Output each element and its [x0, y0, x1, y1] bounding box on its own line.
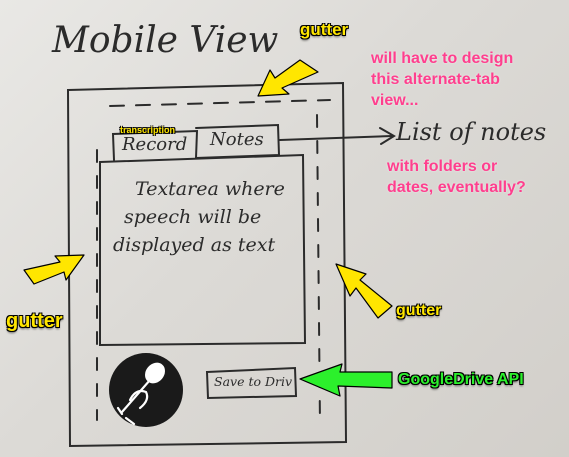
tab-notes[interactable]: Notes: [210, 129, 264, 150]
folders-note-line-2: dates, eventually?: [387, 179, 526, 196]
sketch-title: Mobile View: [52, 20, 279, 61]
design-note-line-2: this alternate-tab: [371, 71, 500, 88]
textarea-line-1: Textarea where: [135, 178, 285, 200]
gutter-dash-top: [109, 99, 331, 107]
folders-note: with folders or dates, eventually?: [387, 156, 526, 198]
notes-arrow-line: [279, 135, 393, 141]
design-note: will have to design this alternate-tab v…: [371, 48, 513, 111]
google-drive-label: GoogleDrive API: [398, 371, 524, 388]
textarea-line-3: displayed as text: [113, 234, 276, 256]
gutter-label-right: gutter: [396, 302, 442, 319]
transcription-label: transcription: [120, 125, 176, 135]
arrow-gutter-top: [257, 59, 319, 97]
list-of-notes-label: List of notes: [396, 118, 547, 146]
save-to-drive-button[interactable]: Save to Drive: [214, 374, 292, 389]
arrow-gutter-left: [23, 254, 85, 285]
tab-record[interactable]: Record: [122, 134, 187, 155]
design-note-line-1: will have to design: [371, 50, 514, 67]
textarea-line-2: speech will be: [124, 206, 262, 228]
gutter-label-left: gutter: [6, 310, 63, 332]
design-note-line-3: view...: [371, 92, 419, 109]
microphone-circle: [109, 353, 183, 427]
gutter-label-top: gutter: [300, 20, 349, 39]
folders-note-line-1: with folders or: [387, 158, 498, 175]
